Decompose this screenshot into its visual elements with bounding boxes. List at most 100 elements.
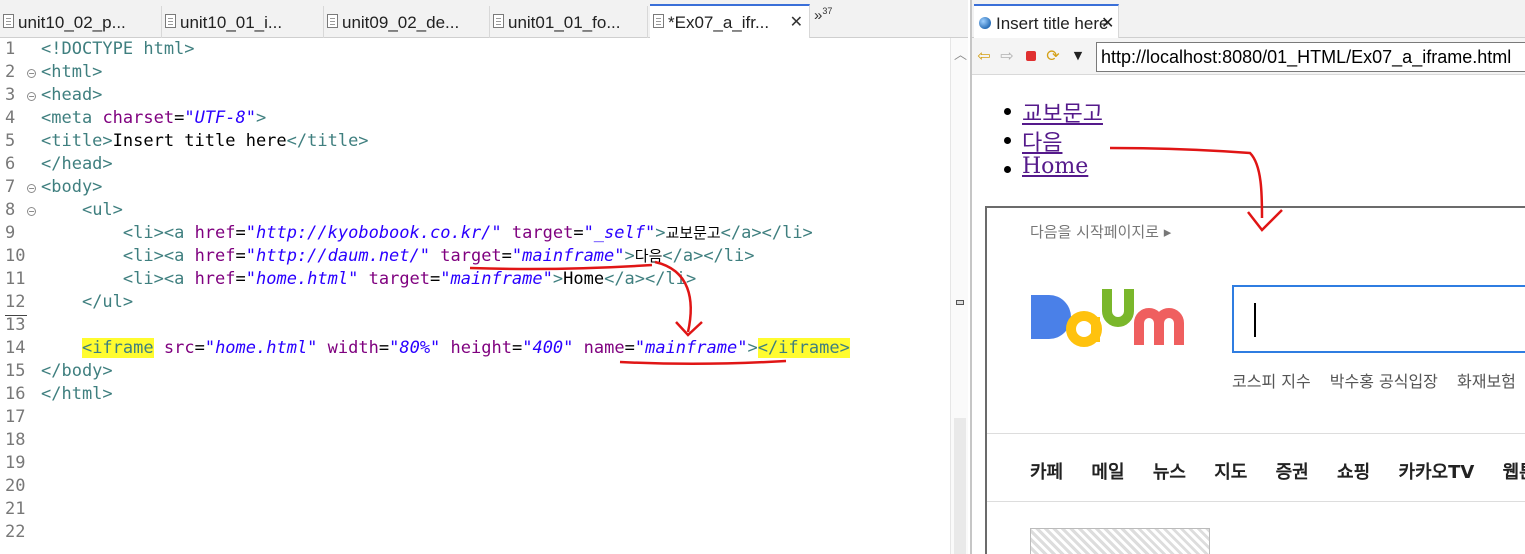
- scrollbar-thumb[interactable]: [954, 418, 966, 554]
- close-icon[interactable]: ✕: [790, 12, 803, 32]
- code-value: "http://kyobobook.co.kr/": [245, 223, 502, 243]
- code-token: <html>: [41, 62, 103, 82]
- line-number: 4: [5, 108, 16, 128]
- globe-icon: [979, 17, 991, 29]
- trending-keywords: 코스피 지수 박수홍 공식입장 화재보험: [1232, 368, 1525, 392]
- editor-tab-label: unit09_02_de...: [342, 13, 460, 32]
- file-icon: [165, 14, 176, 28]
- code-value: "mainframe": [511, 246, 625, 266]
- fold-toggle-icon[interactable]: −: [27, 207, 36, 216]
- refresh-icon[interactable]: ⟳: [1044, 47, 1062, 65]
- code-line-10: <li><a href="http://daum.net/" target="m…: [41, 245, 755, 268]
- code-editor[interactable]: 1 2 3 4 5 6 7 8 9 10 11 12 13 14 15 16 1…: [0, 38, 950, 554]
- nav-item-news[interactable]: 뉴스: [1153, 462, 1186, 483]
- code-token: >: [256, 108, 267, 128]
- divider: [987, 433, 1525, 434]
- code-attribute: href: [194, 246, 236, 266]
- line-number: 19: [5, 453, 26, 473]
- link-home[interactable]: Home: [1022, 154, 1088, 179]
- set-startpage-link[interactable]: 다음을 시작페이지로 ▸: [1030, 221, 1171, 242]
- code-line-2: <html>: [41, 61, 102, 84]
- code-attribute: src: [163, 338, 195, 358]
- line-number: 18: [5, 430, 26, 450]
- line-number: 11: [5, 269, 26, 289]
- nav-item-webtoon[interactable]: 웹툰: [1503, 462, 1525, 483]
- keyword-link[interactable]: 코스피 지수: [1232, 372, 1311, 391]
- editor-vertical-scrollbar[interactable]: ︿: [950, 38, 968, 554]
- code-token: </ul>: [81, 292, 134, 312]
- code-text: Insert title here: [112, 131, 287, 151]
- address-bar[interactable]: http://localhost:8080/01_HTML/Ex07_a_ifr…: [1096, 42, 1525, 72]
- code-token: <title>: [41, 131, 113, 151]
- code-value: "home.html": [204, 338, 318, 358]
- editor-tab-label: unit01_01_fo...: [508, 13, 621, 32]
- daum-service-nav: 카페 메일 뉴스 지도 증권 쇼핑 카카오TV 웹툰: [1030, 458, 1525, 484]
- line-number: 2: [5, 62, 16, 82]
- content-thumbnail[interactable]: [1030, 528, 1210, 554]
- code-token: <li><a: [122, 246, 185, 266]
- list-bullet: [1004, 108, 1011, 115]
- code-value: "_self": [583, 223, 656, 243]
- code-line-15: </body>: [41, 360, 113, 383]
- editor-tab-label: unit10_01_i...: [180, 13, 283, 32]
- keyword-link[interactable]: 박수홍 공식입장: [1330, 372, 1438, 391]
- code-attribute: target: [511, 223, 574, 243]
- code-token: <li><a: [122, 223, 185, 243]
- code-token: >: [655, 223, 666, 243]
- line-number: 13: [5, 315, 26, 335]
- code-token: </body>: [41, 361, 113, 381]
- mainframe-iframe[interactable]: 다음을 시작페이지로 ▸ 코스피 지수 박수홍 공식입장 화재보험 카페 메일 …: [985, 206, 1525, 554]
- editor-tab-unit10-01[interactable]: unit10_01_i...: [162, 6, 324, 38]
- code-token: <!DOCTYPE html>: [41, 39, 195, 59]
- fold-toggle-icon[interactable]: −: [27, 69, 36, 78]
- code-token-highlighted: </iframe>: [757, 338, 850, 358]
- forward-icon[interactable]: ⇨: [998, 47, 1016, 65]
- divider: [987, 501, 1525, 502]
- nav-item-stock[interactable]: 증권: [1276, 462, 1309, 483]
- editor-tab-ex07-active[interactable]: *Ex07_a_ifr... ✕: [650, 4, 810, 39]
- dropdown-icon[interactable]: ▼: [1069, 47, 1087, 65]
- fold-toggle-icon[interactable]: −: [27, 92, 36, 101]
- nav-item-shopping[interactable]: 쇼핑: [1337, 462, 1370, 483]
- nav-item-map[interactable]: 지도: [1214, 462, 1247, 483]
- list-bullet: [1004, 137, 1011, 144]
- daum-search-input[interactable]: [1232, 285, 1525, 353]
- stop-icon[interactable]: [1022, 47, 1040, 65]
- code-token: <body>: [41, 177, 103, 197]
- code-value: "http://daum.net/": [245, 246, 430, 266]
- line-number: 17: [5, 407, 26, 427]
- line-number: 1: [5, 39, 16, 59]
- link-kyobobook[interactable]: 교보문고: [1022, 96, 1103, 128]
- line-number: 12: [5, 292, 26, 312]
- browser-tab[interactable]: Insert title here ✕: [974, 4, 1119, 39]
- back-icon[interactable]: ⇦: [975, 47, 993, 65]
- editor-tab-unit01-01[interactable]: unit01_01_fo...: [490, 6, 648, 38]
- keyword-link[interactable]: 화재보험: [1457, 372, 1516, 391]
- code-token: <meta: [41, 108, 93, 128]
- nav-item-cafe[interactable]: 카페: [1030, 462, 1063, 483]
- editor-tab-label: *Ex07_a_ifr...: [668, 13, 770, 32]
- browser-tab-title: Insert title here: [996, 14, 1109, 33]
- editor-tab-unit09-02[interactable]: unit09_02_de...: [324, 6, 490, 38]
- code-line-8: <ul>: [41, 199, 123, 222]
- link-daum[interactable]: 다음: [1022, 125, 1062, 157]
- code-attribute: name: [583, 338, 625, 358]
- editor-tab-bar: unit10_02_p... unit10_01_i... unit09_02_…: [0, 0, 968, 39]
- daum-logo[interactable]: [1029, 285, 1209, 355]
- tab-overflow-button[interactable]: »37: [814, 6, 832, 24]
- line-number: 9: [5, 223, 16, 243]
- code-value: "80%": [389, 338, 441, 358]
- code-attribute: href: [194, 269, 236, 289]
- fold-toggle-icon[interactable]: −: [27, 184, 36, 193]
- code-text: 교보문고: [665, 224, 721, 242]
- code-text: Home: [563, 269, 605, 289]
- nav-item-kakaotv[interactable]: 카카오TV: [1398, 462, 1474, 483]
- editor-tab-unit10-02[interactable]: unit10_02_p...: [0, 6, 162, 38]
- chevron-up-icon[interactable]: ︿: [954, 44, 967, 63]
- nav-item-mail[interactable]: 메일: [1091, 462, 1124, 483]
- line-number: 3: [5, 85, 16, 105]
- close-icon[interactable]: ✕: [1101, 13, 1114, 33]
- code-value: "400": [522, 338, 574, 358]
